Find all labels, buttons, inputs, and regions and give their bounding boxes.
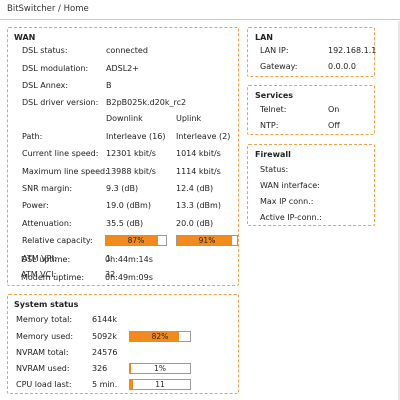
dsl-uptime-label: DSL uptime: — [21, 255, 71, 264]
gateway-value: 0.0.0.0 — [328, 62, 356, 71]
ntp-label: NTP: — [260, 121, 279, 130]
cpu-load-bar: 11 — [129, 379, 191, 390]
cpu-load-label: CPU load last: — [16, 380, 72, 389]
active-ip-conn-label: Active IP-conn.: — [260, 213, 322, 222]
modem-uptime-value: 0h:49m:09s — [105, 273, 153, 282]
ntp-value: Off — [328, 121, 340, 130]
services-title: Services — [255, 91, 294, 100]
max-ip-conn-label: Max IP conn.: — [260, 197, 314, 206]
telnet-value: On — [328, 105, 340, 114]
nvram-total-value: 24576 — [92, 348, 118, 357]
wan-interface-label: WAN interface: — [260, 181, 320, 190]
lan-title: LAN — [255, 33, 273, 42]
breadcrumb: BitSwitcher / Home — [0, 0, 400, 20]
memory-total-value: 6144k — [92, 315, 117, 324]
lan-ip-value: 192.168.1.1 — [328, 46, 377, 55]
dsl-uptime-value: 0h:44m:14s — [105, 255, 153, 264]
telnet-label: Telnet: — [260, 105, 287, 114]
lan-panel: LAN LAN IP: 192.168.1.1 Gateway: 0.0.0.0 — [247, 27, 377, 77]
system-status-panel: System status Memory total: 6144k Memory… — [7, 294, 239, 394]
firewall-panel: Firewall Status: WAN interface: Max IP c… — [247, 144, 375, 226]
gateway-label: Gateway: — [260, 62, 298, 71]
nvram-used-value: 326 — [92, 364, 108, 373]
nvram-total-label: NVRAM total: — [16, 348, 69, 357]
memory-used-bar-text: 82% — [151, 332, 169, 341]
memory-used-bar: 82% — [129, 331, 191, 342]
nvram-used-bar-text: 1% — [154, 364, 166, 373]
memory-total-label: Memory total: — [16, 315, 73, 324]
cpu-load-value: 5 min. — [92, 380, 118, 389]
nvram-used-bar: 1% — [129, 363, 191, 374]
nvram-used-label: NVRAM used: — [16, 364, 70, 373]
modem-uptime-label: Modem uptime: — [21, 273, 85, 282]
firewall-status-label: Status: — [260, 165, 289, 174]
firewall-title: Firewall — [255, 150, 291, 159]
cpu-load-bar-text: 11 — [155, 380, 165, 389]
lan-ip-label: LAN IP: — [260, 46, 289, 55]
system-status-title: System status — [14, 300, 79, 309]
wan-panel-lower: ATM VCI: 32 — [7, 27, 239, 286]
services-panel: Services Telnet: On NTP: Off — [247, 85, 375, 135]
memory-used-label: Memory used: — [16, 332, 74, 341]
memory-used-value: 5092k — [92, 332, 117, 341]
